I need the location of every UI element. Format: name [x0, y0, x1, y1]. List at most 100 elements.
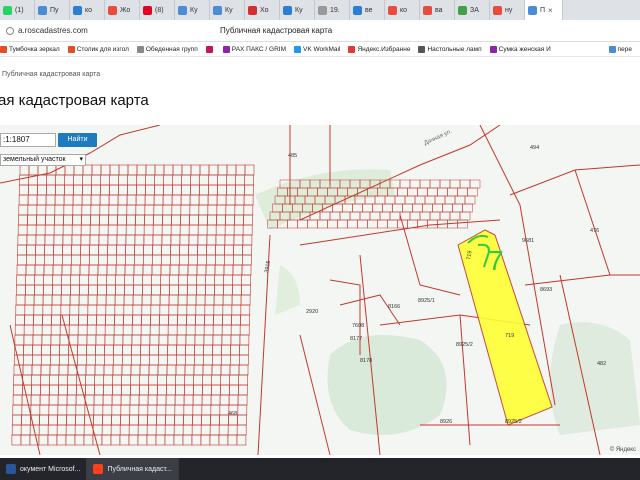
bookmarks-bar: Тумбочка зеркал Столик для изгол Обеденная…: [0, 42, 640, 57]
tab-favicon-icon: [3, 5, 12, 15]
browser-tabstrip: (1) Пу ко Жо (8) Ку Ку Хо Ку 19. ве ко ва ЗА ну П ×: [0, 0, 640, 20]
parcel-494: 494: [530, 145, 539, 151]
address-bar[interactable]: a.roscadastres.com Публичная кадастровая…: [0, 20, 640, 42]
tab-label: П: [540, 6, 546, 14]
bookmark-favicon-icon: [0, 45, 7, 53]
browser-tab[interactable]: ко: [70, 0, 105, 20]
tab-label: Ку: [225, 6, 233, 14]
parcel-8925-1: 8925/1: [418, 298, 435, 304]
browser-tab[interactable]: Ку: [175, 0, 210, 20]
parcel-719b: 719: [505, 333, 514, 339]
browser-tab[interactable]: ве: [350, 0, 385, 20]
app-icon: [93, 464, 104, 474]
browser-tab[interactable]: ва: [420, 0, 455, 20]
bookmark-favicon-icon: [489, 45, 497, 53]
window-title: Публичная кадастровая карта: [220, 26, 333, 35]
browser-tab[interactable]: 19.: [315, 0, 350, 20]
browser-tab[interactable]: Ку: [210, 0, 245, 20]
tab-label: Жо: [120, 6, 131, 14]
parcel-8178: 8178: [360, 358, 372, 364]
tab-label: (8): [155, 6, 164, 14]
bookmark-favicon-icon: [136, 45, 144, 53]
browser-tab[interactable]: ну: [490, 0, 525, 20]
browser-tab[interactable]: П ×: [525, 0, 563, 20]
search-input[interactable]: :1:1807: [0, 133, 56, 147]
bookmark-favicon-icon: [418, 45, 426, 53]
tab-favicon-icon: [73, 5, 82, 15]
bookmark-favicon-icon: [293, 45, 301, 53]
bookmark-item[interactable]: Столик для изгол: [67, 45, 129, 53]
bookmark-label: Сумка женская И: [498, 45, 551, 53]
browser-tab[interactable]: Хо: [245, 0, 280, 20]
url-text: a.roscadastres.com: [18, 26, 88, 35]
find-button[interactable]: Найти: [58, 133, 97, 147]
parcel-7608: 7608: [352, 323, 364, 329]
map-copyright: © Яндекс: [609, 447, 636, 453]
bookmark-item[interactable]: пере: [608, 45, 632, 53]
tab-favicon-icon: [213, 5, 222, 15]
tab-favicon-icon: [318, 5, 327, 15]
tab-favicon-icon: [458, 5, 467, 15]
object-type-value: земельный участок: [3, 156, 66, 163]
bookmark-label: пере: [617, 45, 632, 53]
bookmark-item[interactable]: Настольные ламп: [418, 45, 482, 53]
tab-label: Пу: [50, 6, 59, 14]
lock-icon: [6, 26, 14, 35]
tab-favicon-icon: [108, 5, 117, 15]
bookmark-favicon-icon: [222, 45, 230, 53]
taskbar-item[interactable]: Публичная кадаст...: [87, 458, 179, 480]
chevron-down-icon: ▾: [79, 156, 83, 163]
parcel-8926: 8926: [440, 419, 452, 425]
taskbar-item[interactable]: окумент Microsof...: [0, 458, 88, 480]
parcel-468: 468: [228, 411, 237, 417]
bookmark-item[interactable]: [205, 45, 215, 53]
tab-label: Ку: [295, 6, 303, 14]
bookmark-favicon-icon: [348, 45, 356, 53]
bookmark-label: Тумбочка зеркал: [9, 45, 60, 53]
bookmark-favicon-icon: [67, 45, 75, 53]
bookmark-favicon-icon: [608, 45, 616, 53]
url-field[interactable]: a.roscadastres.com: [6, 26, 88, 35]
bookmark-item[interactable]: Яндекс.Избранне: [348, 45, 411, 53]
close-tab-icon[interactable]: ×: [548, 6, 553, 15]
bookmark-label: Яндекс.Избранне: [357, 45, 411, 53]
browser-tab[interactable]: (8): [140, 0, 175, 20]
parcel-8925-2a: 8925/2: [456, 342, 473, 348]
app-icon: [6, 464, 16, 474]
tab-label: ко: [85, 6, 93, 14]
tab-label: ну: [505, 6, 513, 14]
breadcrumb[interactable]: Публичная кадастровая карта: [2, 71, 100, 78]
tab-label: (1): [15, 6, 24, 14]
tab-favicon-icon: [388, 5, 397, 15]
browser-tab[interactable]: ко: [385, 0, 420, 20]
tab-favicon-icon: [248, 5, 257, 15]
parcel-2920: 2920: [306, 309, 318, 315]
bookmark-label: РАХ ПАКС / GRIM: [231, 45, 286, 53]
bookmark-label: Столик для изгол: [76, 45, 129, 53]
browser-tab[interactable]: Ку: [280, 0, 315, 20]
object-type-select[interactable]: земельный участок ▾: [0, 154, 86, 166]
browser-tab[interactable]: ЗА: [455, 0, 490, 20]
tab-favicon-icon: [178, 5, 187, 15]
parcel-476: 476: [590, 228, 599, 234]
bookmark-item[interactable]: VK WorkMail: [293, 45, 340, 53]
tab-favicon-icon: [283, 5, 292, 15]
cadastral-map[interactable]: Дачная ул. 485 494 9681 476 8693 8925/1 …: [0, 125, 640, 455]
browser-tab[interactable]: Жо: [105, 0, 140, 20]
tab-label: Ку: [190, 6, 198, 14]
parcel-482: 482: [597, 361, 606, 367]
bookmark-item[interactable]: РАХ ПАКС / GRIM: [222, 45, 286, 53]
tab-favicon-icon: [38, 5, 47, 15]
tab-label: ко: [400, 6, 408, 14]
bookmark-item[interactable]: Сумка женская И: [489, 45, 551, 53]
bookmark-item[interactable]: Тумбочка зеркал: [0, 45, 60, 53]
tab-favicon-icon: [353, 5, 362, 15]
bookmark-item[interactable]: Обеденная групп: [136, 45, 198, 53]
tab-label: ве: [365, 6, 373, 14]
handwritten-number: 7: [488, 245, 504, 276]
tab-label: Хо: [260, 6, 269, 14]
parcel-485: 485: [288, 153, 297, 159]
parcel-8166: 8166: [388, 304, 400, 310]
browser-tab[interactable]: (1): [0, 0, 35, 20]
browser-tab[interactable]: Пу: [35, 0, 70, 20]
